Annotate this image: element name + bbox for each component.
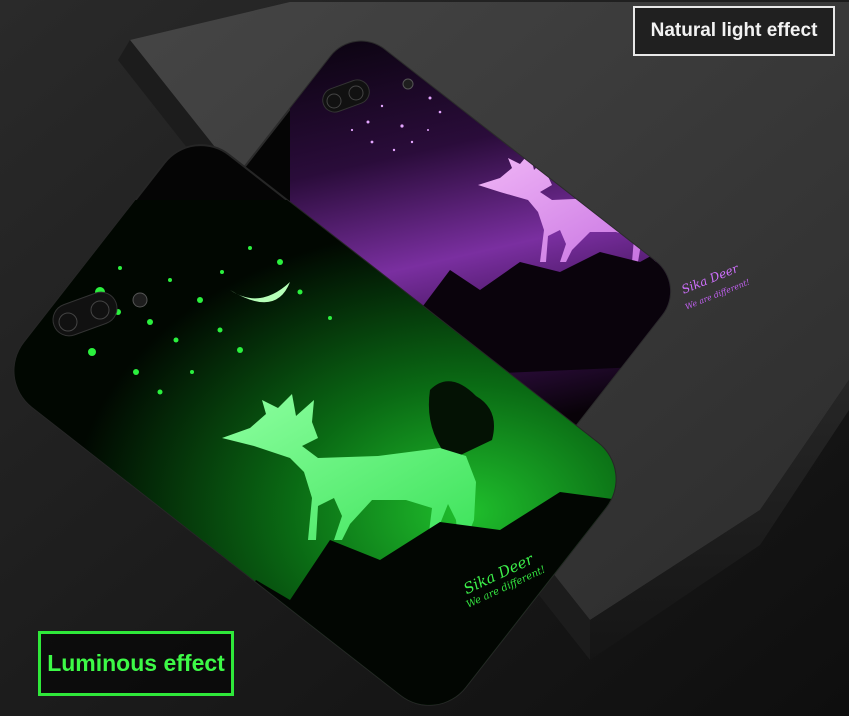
luminous-effect-badge: Luminous effect	[38, 631, 234, 696]
product-scene	[0, 0, 849, 716]
natural-light-badge: Natural light effect	[633, 6, 835, 56]
